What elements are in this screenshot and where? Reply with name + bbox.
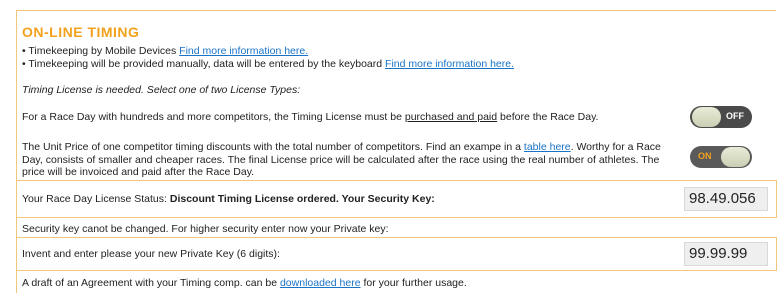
agreement-download-link[interactable]: downloaded here	[280, 277, 361, 289]
license-status-row: Your Race Day License Status: Discount T…	[16, 180, 777, 218]
option-text: before the Race Day.	[497, 111, 599, 123]
toggle-knob	[721, 147, 750, 167]
license-status: Your Race Day License Status: Discount T…	[22, 193, 435, 205]
license-note: Timing License is needed. Select one of …	[22, 84, 301, 96]
bullet-mobile-devices: • Timekeeping by Mobile Devices Find mor…	[22, 45, 308, 57]
security-key-note: Security key canot be changed. For highe…	[22, 223, 389, 235]
private-key-label: Invent and enter please your new Private…	[22, 248, 280, 260]
more-info-link-mobile[interactable]: Find more information here.	[179, 45, 308, 57]
status-value: Discount Timing License ordered. Your Se…	[169, 193, 435, 205]
license-option-discount: The Unit Price of one competitor timing …	[22, 141, 672, 179]
agreement-line: A draft of an Agreement with your Timing…	[22, 277, 467, 289]
bullet-manual-entry: • Timekeeping will be provided manually,…	[22, 58, 514, 70]
option-emphasis: purchased and paid	[404, 111, 498, 123]
full-license-toggle[interactable]: OFF	[690, 106, 752, 128]
price-table-link[interactable]: table here	[524, 141, 571, 153]
private-key-input[interactable]: 99.99.99	[684, 242, 768, 266]
agreement-text: for your further usage.	[360, 277, 467, 289]
section-title: ON-LINE TIMING	[22, 24, 140, 40]
option-text: For a Race Day with hundreds and more co…	[22, 111, 405, 123]
discount-license-toggle[interactable]: ON	[690, 146, 752, 168]
security-key-field: 98.49.056	[684, 187, 768, 211]
option-text: The Unit Price of one competitor timing …	[22, 141, 524, 153]
more-info-link-manual[interactable]: Find more information here.	[385, 58, 514, 70]
private-key-row: Invent and enter please your new Private…	[16, 237, 777, 271]
toggle-label: ON	[698, 151, 712, 161]
status-label: Your Race Day License Status:	[22, 193, 170, 205]
bullet-text: • Timekeeping will be provided manually,…	[22, 58, 386, 70]
bullet-text: • Timekeeping by Mobile Devices	[22, 45, 180, 57]
toggle-knob	[692, 107, 721, 127]
license-option-full: For a Race Day with hundreds and more co…	[22, 111, 662, 123]
agreement-text: A draft of an Agreement with your Timing…	[22, 277, 280, 289]
toggle-label: OFF	[726, 111, 744, 121]
